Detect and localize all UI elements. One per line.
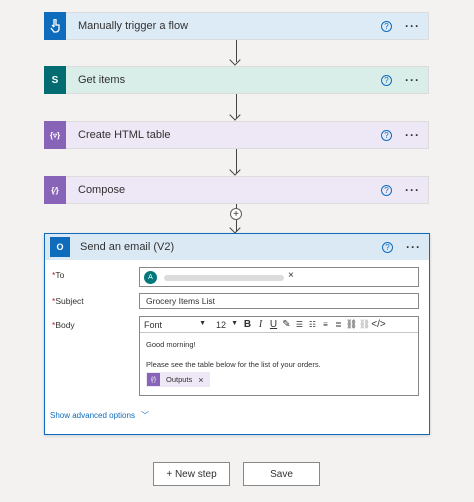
avatar: A (144, 271, 157, 284)
subject-field[interactable]: Grocery Items List (139, 293, 419, 309)
help-icon[interactable]: ? (381, 74, 392, 86)
data-operation-icon: {⁄} (147, 373, 160, 386)
body-label: *Body (52, 320, 75, 330)
increase-indent-icon[interactable]: ≣ (332, 320, 345, 329)
data-operation-icon: {▿} (44, 121, 66, 149)
arrow-head (229, 164, 241, 176)
font-select[interactable]: Font ▼ (144, 320, 206, 330)
step-title: Manually trigger a flow (78, 20, 189, 32)
save-button[interactable]: Save (243, 462, 320, 486)
arrow-head (229, 222, 241, 234)
decrease-indent-icon[interactable]: ≡ (319, 320, 332, 329)
numbered-list-icon[interactable]: ☷ (306, 320, 319, 329)
touch-icon (44, 12, 66, 40)
to-field[interactable]: A × (139, 267, 419, 287)
remove-recipient-icon[interactable]: × (288, 270, 294, 281)
code-view-icon[interactable]: </> (371, 319, 386, 330)
body-editor[interactable]: Font ▼ 12 ▼ B I U ✎ ☰ ☷ ≡ ≣ ⛓ ⛓ </> Good m… (139, 316, 419, 396)
help-icon[interactable]: ? (381, 184, 392, 196)
token-label: Outputs (166, 375, 193, 384)
step-title: Get items (78, 74, 126, 86)
editor-toolbar: Font ▼ 12 ▼ B I U ✎ ☰ ☷ ≡ ≣ ⛓ ⛓ </> (140, 317, 418, 333)
bold-icon[interactable]: B (241, 319, 254, 330)
unlink-icon[interactable]: ⛓ (358, 319, 371, 330)
step-card-compose[interactable]: {⁄} Compose ? ··· (44, 176, 429, 204)
font-size-select[interactable]: 12 ▼ (216, 320, 238, 330)
italic-icon[interactable]: I (254, 319, 267, 330)
more-options-icon[interactable]: ··· (405, 128, 420, 142)
help-icon[interactable]: ? (381, 20, 392, 32)
highlight-icon[interactable]: ✎ (280, 319, 293, 330)
outlook-icon: O (50, 237, 70, 257)
new-step-button[interactable]: + New step (153, 462, 230, 486)
step-card-create-html-table[interactable]: {▿} Create HTML table ? ··· (44, 121, 429, 149)
more-options-icon[interactable]: ··· (405, 19, 420, 33)
arrow-head (229, 109, 241, 121)
send-email-card: O Send an email (V2) ? ··· *To A × *Subj… (44, 233, 430, 435)
more-options-icon[interactable]: ··· (406, 240, 421, 254)
send-email-header[interactable]: O Send an email (V2) ? ··· (45, 234, 429, 260)
subject-label: *Subject (52, 296, 84, 306)
outputs-token[interactable]: {⁄} Outputs × (146, 372, 210, 387)
chevron-down-icon: ﹀ (140, 411, 149, 420)
link-icon[interactable]: ⛓ (345, 319, 358, 330)
remove-token-icon[interactable]: × (198, 375, 203, 385)
arrow-head (229, 54, 241, 66)
more-options-icon[interactable]: ··· (405, 183, 420, 197)
data-operation-icon: {⁄} (44, 176, 66, 204)
more-options-icon[interactable]: ··· (405, 73, 420, 87)
body-line-2: Please see the table below for the list … (146, 360, 321, 369)
recipient-redacted (164, 275, 284, 281)
send-email-title: Send an email (V2) (80, 241, 175, 253)
show-advanced-options-link[interactable]: Show advanced options ﹀ (50, 410, 149, 421)
bulleted-list-icon[interactable]: ☰ (293, 320, 306, 329)
help-icon[interactable]: ? (381, 129, 392, 141)
step-title: Create HTML table (78, 129, 171, 141)
step-card-get-items[interactable]: S Get items ? ··· (44, 66, 429, 94)
step-title: Compose (78, 184, 126, 196)
body-line-1: Good morning! (146, 340, 196, 349)
insert-step-plus-icon[interactable]: + (230, 208, 242, 220)
underline-icon[interactable]: U (267, 319, 280, 330)
help-icon[interactable]: ? (382, 241, 393, 253)
subject-value: Grocery Items List (146, 296, 215, 306)
step-card-trigger[interactable]: Manually trigger a flow ? ··· (44, 12, 429, 40)
to-label: *To (52, 270, 65, 280)
sharepoint-icon: S (44, 66, 66, 94)
